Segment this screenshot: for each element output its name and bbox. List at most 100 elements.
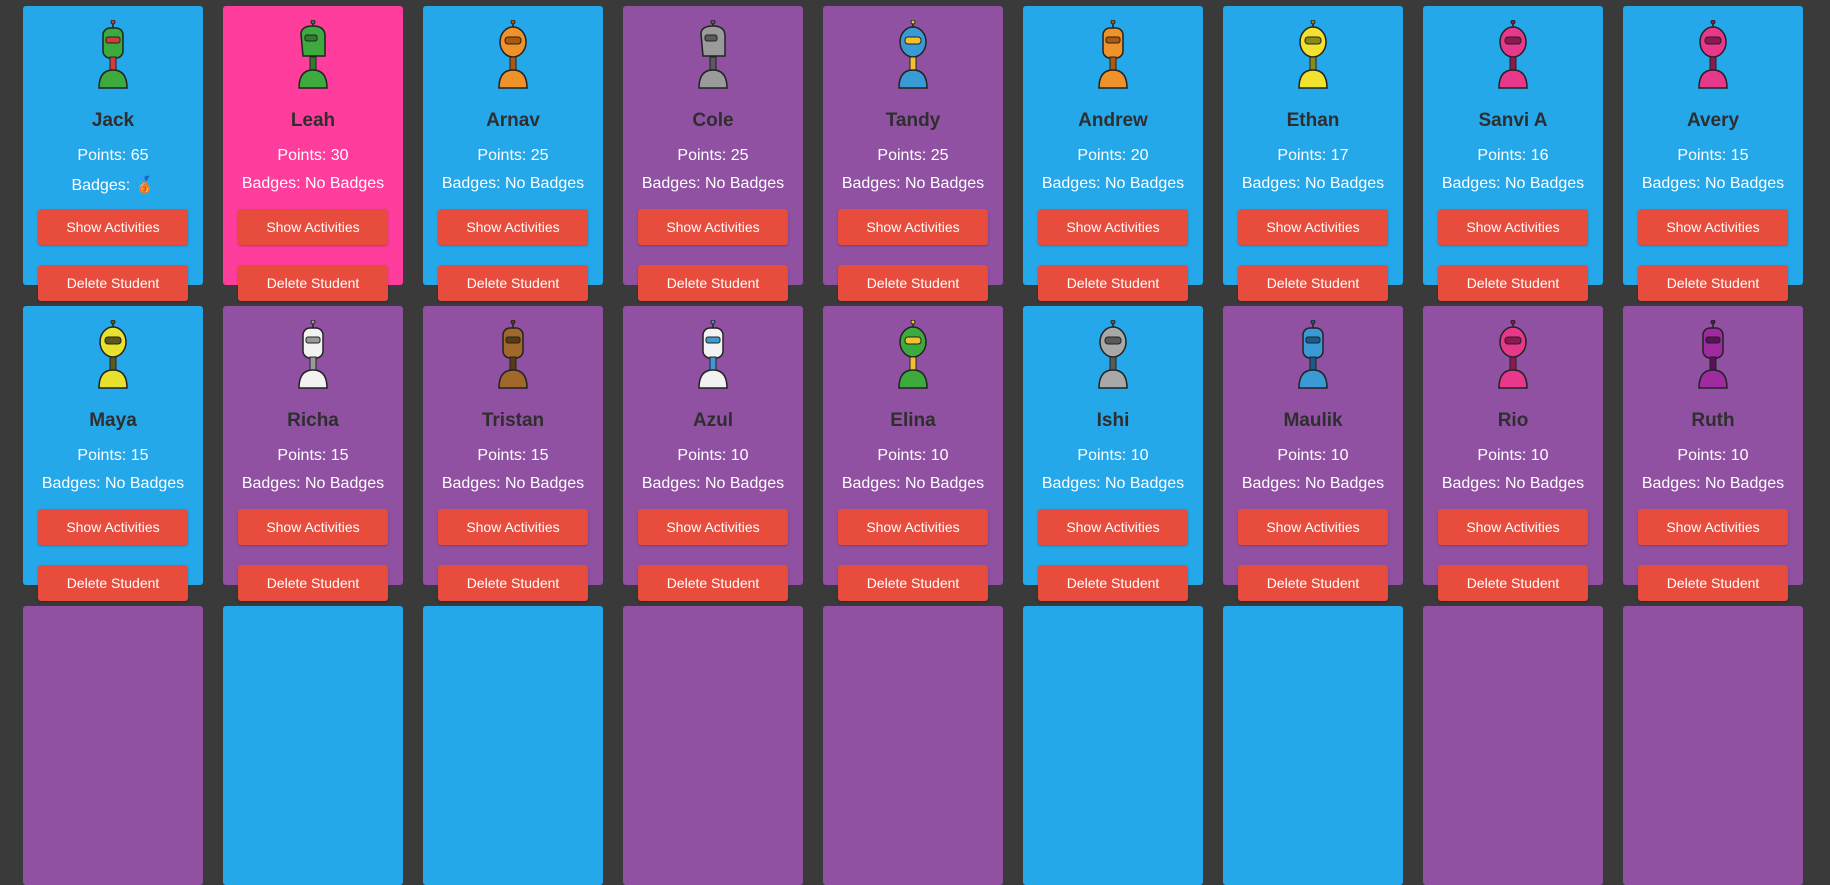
student-name: Ethan (1286, 110, 1340, 131)
student-card: Rio Points: 10 Badges: No Badges Show Ac… (1423, 306, 1603, 601)
student-card: Maya Points: 15 Badges: No Badges Show A… (23, 306, 203, 601)
student-badges: Badges: No Badges (841, 475, 985, 492)
robot-avatar-icon (87, 20, 139, 92)
delete-student-button[interactable]: Delete Student (1438, 265, 1588, 301)
student-points: Points: 17 (1277, 147, 1349, 164)
robot-avatar-icon (887, 620, 939, 692)
student-card (423, 606, 603, 885)
show-activities-button[interactable]: Show Activities (1238, 209, 1388, 245)
delete-student-button[interactable]: Delete Student (238, 265, 388, 301)
robot-avatar-icon (1687, 320, 1739, 392)
delete-student-button[interactable]: Delete Student (1038, 265, 1188, 301)
student-points: Points: 15 (77, 447, 149, 464)
student-name: Maulik (1283, 410, 1343, 431)
show-activities-button[interactable]: Show Activities (638, 509, 788, 545)
robot-avatar-icon (1087, 320, 1139, 392)
show-activities-button[interactable]: Show Activities (1438, 209, 1588, 245)
robot-avatar-icon (1087, 20, 1139, 92)
student-badges: Badges: No Badges (241, 475, 385, 492)
show-activities-button[interactable]: Show Activities (38, 209, 188, 245)
student-points: Points: 16 (1477, 147, 1549, 164)
robot-avatar-icon (87, 620, 139, 692)
delete-student-button[interactable]: Delete Student (1238, 565, 1388, 601)
robot-avatar-icon (1487, 320, 1539, 392)
student-badges: Badges: No Badges (1441, 475, 1585, 492)
student-badges: Badges: No Badges (641, 175, 785, 192)
student-card: Andrew Points: 20 Badges: No Badges Show… (1023, 6, 1203, 301)
student-points: Points: 25 (477, 147, 549, 164)
student-badges: Badges: No Badges (1441, 175, 1585, 192)
robot-avatar-icon (1287, 620, 1339, 692)
show-activities-button[interactable]: Show Activities (238, 209, 388, 245)
student-card: Ethan Points: 17 Badges: No Badges Show … (1223, 6, 1403, 301)
student-points: Points: 25 (877, 147, 949, 164)
student-badges: Badges: No Badges (41, 475, 185, 492)
student-card: Elina Points: 10 Badges: No Badges Show … (823, 306, 1003, 601)
delete-student-button[interactable]: Delete Student (238, 565, 388, 601)
student-card (1223, 606, 1403, 885)
robot-avatar-icon (287, 20, 339, 92)
show-activities-button[interactable]: Show Activities (638, 209, 788, 245)
student-name: Avery (1686, 110, 1740, 131)
show-activities-button[interactable]: Show Activities (1238, 509, 1388, 545)
delete-student-button[interactable]: Delete Student (638, 565, 788, 601)
student-grid: Jack Points: 65 Badges: 🥉 Show Activitie… (23, 6, 1803, 885)
show-activities-button[interactable]: Show Activities (38, 509, 188, 545)
robot-avatar-icon (287, 620, 339, 692)
student-badges: Badges: No Badges (1641, 175, 1785, 192)
student-card: Tristan Points: 15 Badges: No Badges Sho… (423, 306, 603, 601)
show-activities-button[interactable]: Show Activities (838, 209, 988, 245)
robot-avatar-icon (487, 620, 539, 692)
delete-student-button[interactable]: Delete Student (38, 565, 188, 601)
delete-student-button[interactable]: Delete Student (438, 565, 588, 601)
student-card: Tandy Points: 25 Badges: No Badges Show … (823, 6, 1003, 301)
show-activities-button[interactable]: Show Activities (1638, 509, 1788, 545)
delete-student-button[interactable]: Delete Student (838, 265, 988, 301)
delete-student-button[interactable]: Delete Student (1038, 565, 1188, 601)
student-card: Cole Points: 25 Badges: No Badges Show A… (623, 6, 803, 301)
delete-student-button[interactable]: Delete Student (1638, 565, 1788, 601)
student-name: Ishi (1096, 410, 1130, 431)
show-activities-button[interactable]: Show Activities (838, 509, 988, 545)
show-activities-button[interactable]: Show Activities (1038, 209, 1188, 245)
robot-avatar-icon (487, 20, 539, 92)
delete-student-button[interactable]: Delete Student (38, 265, 188, 301)
show-activities-button[interactable]: Show Activities (1438, 509, 1588, 545)
robot-avatar-icon (1487, 20, 1539, 92)
student-name: Richa (287, 410, 339, 431)
show-activities-button[interactable]: Show Activities (1638, 209, 1788, 245)
delete-student-button[interactable]: Delete Student (1438, 565, 1588, 601)
student-badges: Badges: No Badges (641, 475, 785, 492)
student-card: Sanvi A Points: 16 Badges: No Badges Sho… (1423, 6, 1603, 301)
student-card: Avery Points: 15 Badges: No Badges Show … (1623, 6, 1803, 301)
robot-avatar-icon (487, 320, 539, 392)
student-points: Points: 15 (1677, 147, 1749, 164)
robot-avatar-icon (687, 320, 739, 392)
student-badges: Badges: No Badges (441, 475, 585, 492)
robot-avatar-icon (1687, 20, 1739, 92)
show-activities-button[interactable]: Show Activities (238, 509, 388, 545)
show-activities-button[interactable]: Show Activities (1038, 509, 1188, 545)
delete-student-button[interactable]: Delete Student (438, 265, 588, 301)
student-name: Tandy (885, 110, 941, 131)
student-card: Jack Points: 65 Badges: 🥉 Show Activitie… (23, 6, 203, 301)
show-activities-button[interactable]: Show Activities (438, 209, 588, 245)
delete-student-button[interactable]: Delete Student (1638, 265, 1788, 301)
student-points: Points: 15 (477, 447, 549, 464)
delete-student-button[interactable]: Delete Student (838, 565, 988, 601)
student-card: Arnav Points: 25 Badges: No Badges Show … (423, 6, 603, 301)
robot-avatar-icon (887, 20, 939, 92)
student-name: Cole (692, 110, 734, 131)
student-name: Andrew (1078, 110, 1148, 131)
robot-avatar-icon (687, 620, 739, 692)
robot-avatar-icon (687, 20, 739, 92)
student-card (623, 606, 803, 885)
student-name: Tristan (481, 410, 545, 431)
student-points: Points: 10 (1077, 447, 1149, 464)
student-points: Points: 65 (77, 147, 149, 164)
show-activities-button[interactable]: Show Activities (438, 509, 588, 545)
delete-student-button[interactable]: Delete Student (638, 265, 788, 301)
delete-student-button[interactable]: Delete Student (1238, 265, 1388, 301)
student-name: Elina (890, 410, 936, 431)
student-badges: Badges: No Badges (441, 175, 585, 192)
